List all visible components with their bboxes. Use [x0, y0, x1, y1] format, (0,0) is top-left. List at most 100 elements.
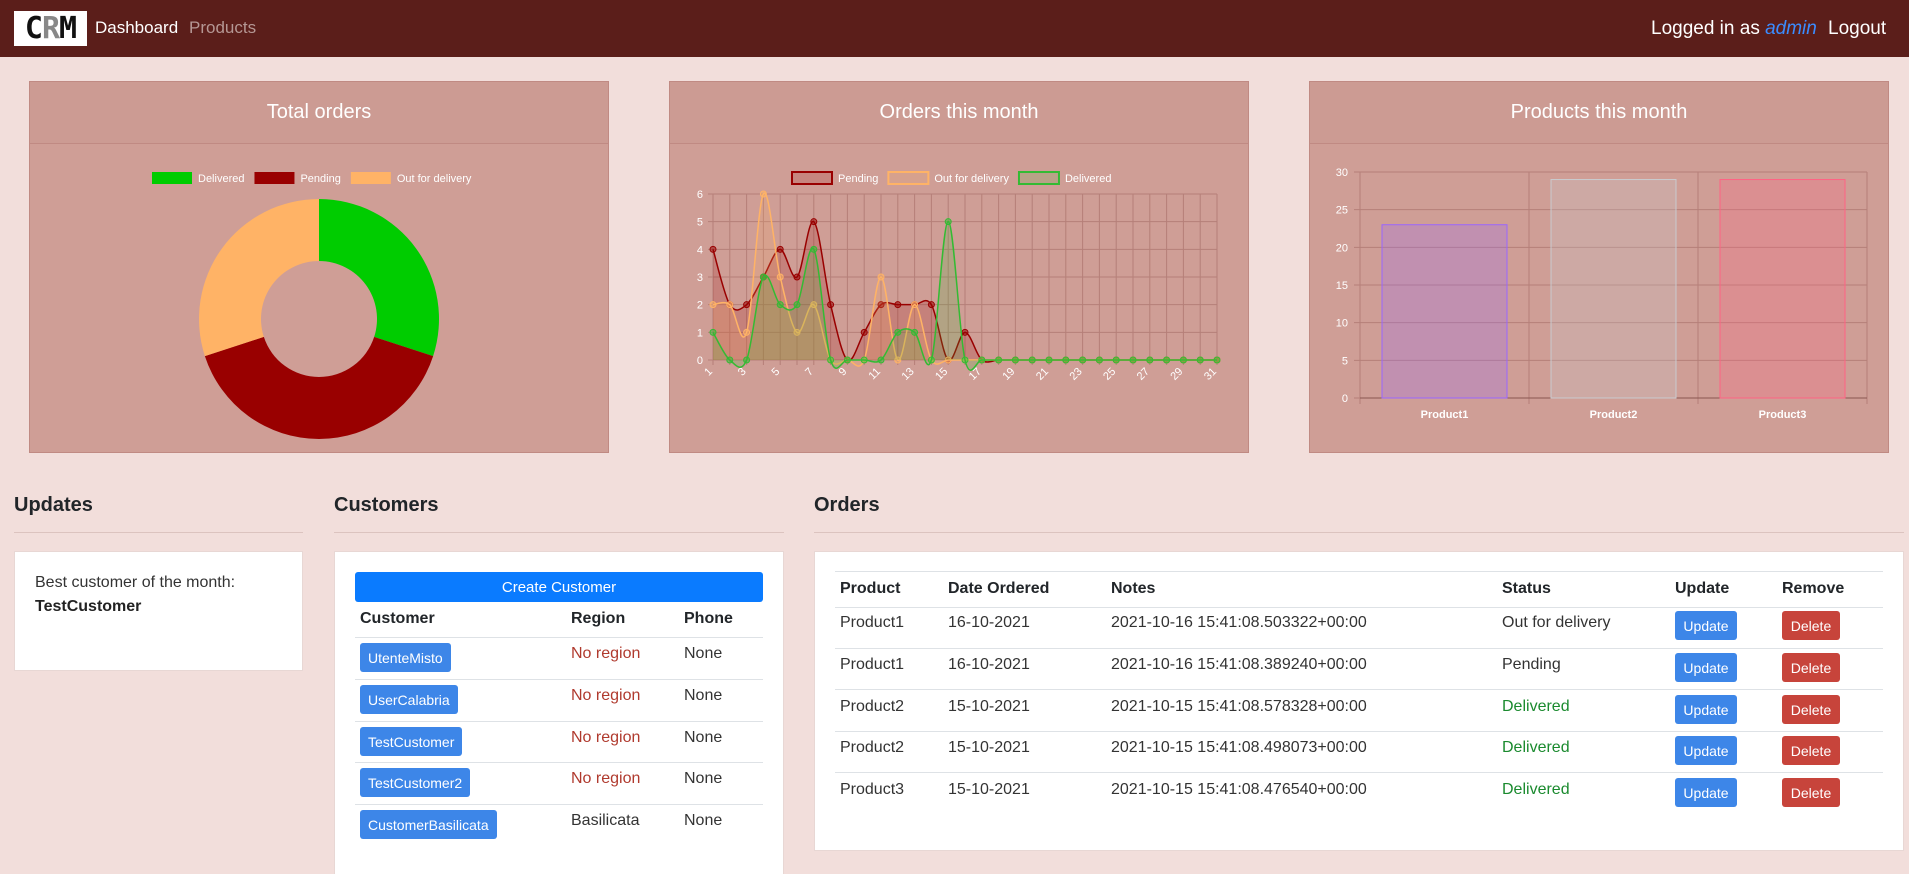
total-orders-card: Total orders Delivered Pending Out for del… — [29, 81, 609, 453]
data-point — [793, 301, 801, 309]
legend-swatch — [791, 171, 833, 185]
y-tick-label: 5 — [1342, 355, 1348, 367]
legend-label: Pending — [300, 173, 340, 185]
row-divider — [835, 607, 1883, 608]
products-month-chart: 0 5 10 15 20 25 30 Product1 Product2 Product3 — [1336, 167, 1868, 421]
data-point — [776, 301, 784, 309]
divider — [814, 532, 1904, 533]
order-status: Delivered — [1502, 781, 1570, 798]
customer-phone: None — [684, 645, 723, 662]
data-point — [827, 356, 835, 364]
update-button[interactable]: Update — [1675, 695, 1737, 724]
divider — [334, 532, 784, 533]
delete-button[interactable]: Delete — [1782, 778, 1840, 807]
nav-products-link[interactable]: Products — [189, 18, 256, 38]
data-point — [743, 328, 751, 336]
data-point — [810, 218, 818, 226]
data-point — [995, 356, 1003, 364]
data-point — [743, 356, 751, 364]
card-title: Total orders — [30, 82, 608, 144]
legend-label: Out for delivery — [934, 173, 1009, 185]
pie-slice-pending — [204, 336, 434, 440]
orders-month-card: Orders this month Pending Out for deliver… — [669, 81, 1249, 453]
data-point — [810, 245, 818, 253]
row-divider — [835, 731, 1883, 732]
y-tick-label: 4 — [697, 244, 703, 256]
pie-slice-delivered — [319, 199, 439, 357]
col-header-update: Update — [1675, 580, 1730, 597]
customer-button-customerbasilicata[interactable]: CustomerBasilicata — [360, 810, 497, 839]
order-date: 15-10-2021 — [948, 698, 1030, 715]
x-tick-label: Product2 — [1590, 409, 1638, 421]
y-tick-label: 15 — [1336, 280, 1348, 292]
order-product: Product1 — [840, 614, 905, 631]
create-customer-button[interactable]: Create Customer — [355, 572, 763, 602]
update-button[interactable]: Update — [1675, 778, 1737, 807]
y-tick-label: 5 — [697, 217, 703, 229]
data-point — [1196, 356, 1204, 364]
customer-phone: None — [684, 687, 723, 704]
x-tick-label: 13 — [900, 366, 917, 383]
order-notes: 2021-10-15 15:41:08.498073+00:00 — [1111, 739, 1367, 756]
delete-button[interactable]: Delete — [1782, 736, 1840, 765]
data-point — [1028, 356, 1036, 364]
order-date: 15-10-2021 — [948, 781, 1030, 798]
data-point — [927, 356, 935, 364]
col-header-customer: Customer — [360, 610, 435, 627]
customer-button-usercalabria[interactable]: UserCalabria — [360, 685, 458, 714]
logout-link[interactable]: Logout — [1828, 18, 1886, 40]
x-tick-label: 25 — [1101, 366, 1118, 383]
card-title: Orders this month — [670, 82, 1248, 144]
data-point — [961, 328, 969, 336]
row-divider — [355, 762, 763, 763]
x-tick-label: 23 — [1068, 366, 1085, 383]
customer-button-testcustomer2[interactable]: TestCustomer2 — [360, 768, 471, 797]
order-product: Product3 — [840, 781, 905, 798]
best-customer-name: TestCustomer — [35, 598, 142, 615]
legend-label: Delivered — [1065, 173, 1111, 185]
update-button[interactable]: Update — [1675, 611, 1737, 640]
customer-phone: None — [684, 812, 723, 829]
x-tick-label: 31 — [1202, 366, 1219, 383]
data-point — [709, 301, 717, 309]
username-link[interactable]: admin — [1765, 18, 1817, 39]
y-tick-label: 10 — [1336, 318, 1348, 330]
x-tick-label: Product3 — [1759, 409, 1807, 421]
data-point — [1011, 356, 1019, 364]
order-date: 16-10-2021 — [948, 614, 1030, 631]
customers-title: Customers — [334, 494, 439, 516]
delete-button[interactable]: Delete — [1782, 611, 1840, 640]
customer-button-utentemisto[interactable]: UtenteMisto — [360, 643, 451, 672]
y-tick-label: 0 — [697, 355, 703, 367]
y-tick-label: 3 — [697, 272, 703, 284]
data-point — [1045, 356, 1053, 364]
data-point — [1062, 356, 1070, 364]
customer-phone: None — [684, 729, 723, 746]
data-point — [894, 328, 902, 336]
best-customer-label: Best customer of the month: — [35, 574, 236, 591]
legend-label: Pending — [838, 173, 878, 185]
delete-button[interactable]: Delete — [1782, 653, 1840, 682]
order-status: Delivered — [1502, 698, 1570, 715]
data-point — [776, 273, 784, 281]
update-button[interactable]: Update — [1675, 653, 1737, 682]
x-tick-label: 3 — [736, 366, 749, 379]
order-notes: 2021-10-16 15:41:08.389240+00:00 — [1111, 656, 1367, 673]
orders-month-chart: Pending Out for delivery Delivered01234561… — [697, 171, 1221, 383]
row-divider — [355, 679, 763, 680]
order-product: Product2 — [840, 698, 905, 715]
col-header-region: Region — [571, 610, 626, 627]
data-point — [843, 356, 851, 364]
crm-logo[interactable]: CRM — [14, 11, 87, 46]
update-button[interactable]: Update — [1675, 736, 1737, 765]
order-status: Out for delivery — [1502, 614, 1611, 631]
data-point — [709, 245, 717, 253]
col-header-product: Product — [840, 580, 901, 597]
data-point — [911, 328, 919, 336]
delete-button[interactable]: Delete — [1782, 695, 1840, 724]
logo-text: CRM — [24, 11, 77, 46]
customer-button-testcustomer[interactable]: TestCustomer — [360, 727, 463, 756]
col-header-notes: Notes — [1111, 580, 1156, 597]
order-date: 15-10-2021 — [948, 739, 1030, 756]
nav-dashboard-link[interactable]: Dashboard — [95, 18, 178, 38]
